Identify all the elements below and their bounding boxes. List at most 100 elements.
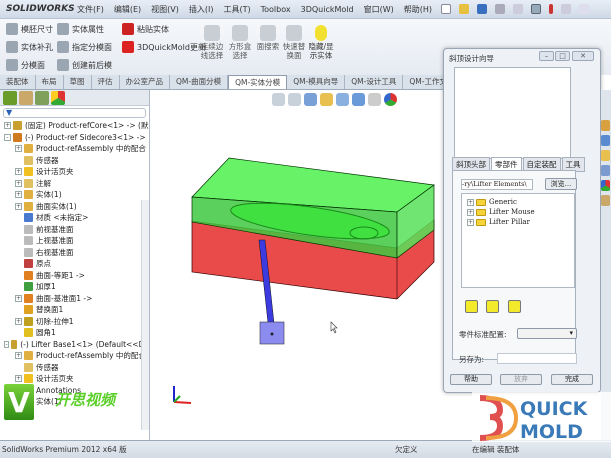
expand-icon[interactable]: + (15, 294, 22, 302)
tab-office[interactable]: 办公室产品 (120, 75, 170, 89)
menu-tools[interactable]: 工具(T) (218, 4, 255, 15)
display-style-icon[interactable] (352, 93, 365, 106)
property-manager-tab-icon[interactable] (19, 91, 33, 105)
tree-item[interactable]: 传感器 (0, 155, 149, 167)
expand-icon[interactable]: + (15, 145, 22, 153)
replace-face-button[interactable]: 快速替换面 (280, 25, 308, 60)
undo-icon[interactable] (513, 4, 523, 14)
minimize-button[interactable]: – (539, 51, 554, 61)
graphics-area[interactable] (151, 90, 444, 440)
expand-icon[interactable]: + (15, 191, 22, 199)
close-button[interactable]: ✕ (572, 51, 594, 61)
solidworks-logo[interactable]: SOLIDWORKS (0, 0, 75, 19)
create-core-cavity-button[interactable]: 创建前后模 (57, 59, 112, 71)
tree-item[interactable]: + Product-refAssembly 中的配合 (0, 143, 149, 155)
library-item-lifter-pillar[interactable]: + Lifter Pillar (467, 217, 569, 227)
view-palette-icon[interactable] (601, 165, 610, 176)
menu-edit[interactable]: 编辑(E) (109, 4, 146, 15)
zoom-area-icon[interactable] (288, 93, 301, 106)
library-item-generic[interactable]: + Generic (467, 197, 569, 207)
parting-surface-button[interactable]: 分模面 (6, 59, 45, 71)
menu-3dquickmold[interactable]: 3DQuickMold (296, 5, 359, 14)
tab-qm-design-tools[interactable]: QM-设计工具 (345, 75, 404, 89)
maximize-button[interactable]: □ (555, 51, 570, 61)
fill-holes-button[interactable]: 实体补孔 (6, 41, 53, 53)
expand-icon[interactable]: + (467, 198, 474, 206)
tree-item[interactable]: + 切除-拉伸1 (0, 316, 149, 328)
tree-item[interactable]: 传感器 (0, 362, 149, 374)
tree-item[interactable]: + Product-refAssembly 中的配合 (0, 350, 149, 362)
box-select-button[interactable]: 方形盒选择 (226, 25, 254, 60)
design-library-icon[interactable] (601, 135, 610, 146)
tree-item[interactable]: 加厚1 (0, 281, 149, 293)
browse-button[interactable]: 浏览... (545, 178, 577, 190)
zoom-to-fit-icon[interactable] (272, 93, 285, 106)
help-button[interactable]: 帮助 (450, 374, 492, 385)
collapse-icon[interactable]: - (4, 340, 10, 348)
menu-toolbox[interactable]: Toolbox (256, 5, 296, 14)
tree-item[interactable]: 上视基准面 (0, 235, 149, 247)
help-icon[interactable] (561, 4, 571, 14)
tree-item[interactable]: 右视基准面 (0, 247, 149, 259)
section-view-icon[interactable] (320, 93, 333, 106)
file-explorer-icon[interactable] (601, 150, 610, 161)
tab-sketch[interactable]: 草图 (64, 75, 92, 89)
display-manager-tab-icon[interactable] (51, 91, 65, 105)
tab-layout[interactable]: 布局 (36, 75, 64, 89)
finish-button[interactable]: 完成 (551, 374, 593, 385)
expand-icon[interactable]: + (4, 122, 11, 130)
view-orientation-icon[interactable] (336, 93, 349, 106)
resources-icon[interactable] (601, 120, 610, 131)
configuration-tab-icon[interactable] (35, 91, 49, 105)
expand-icon[interactable]: + (15, 179, 22, 187)
tree-item[interactable]: 材质 <未指定> (0, 212, 149, 224)
tree-item[interactable]: + (固定) Product-refCore<1> -> (默 (0, 120, 149, 132)
expand-icon[interactable]: + (15, 352, 22, 360)
rebuild-icon[interactable] (549, 4, 553, 14)
previous-view-icon[interactable] (304, 93, 317, 106)
tab-qm-surface[interactable]: QM-曲面分模 (170, 75, 229, 89)
base-component-icon[interactable] (508, 300, 521, 313)
menu-file[interactable]: 文件(F) (72, 4, 109, 15)
menu-view[interactable]: 视图(V) (146, 4, 184, 15)
appearances-icon[interactable] (601, 180, 610, 191)
menu-window[interactable]: 窗口(W) (359, 4, 399, 15)
assign-parting-face-button[interactable]: 指定分模面 (57, 41, 112, 53)
paste-body-button[interactable]: 粘贴实体 (122, 23, 169, 35)
tab-qm-mold-wizard[interactable]: QM-模具向导 (287, 75, 346, 89)
tree-item[interactable]: 圆角1 (0, 327, 149, 339)
menu-help[interactable]: 帮助(H) (399, 4, 437, 15)
select-icon[interactable] (531, 4, 541, 14)
tree-item[interactable]: + 曲面-基准面1 -> (0, 293, 149, 305)
open-icon[interactable] (459, 4, 469, 14)
tree-item[interactable]: 前视基准面 (0, 224, 149, 236)
window-controls-icon[interactable] (579, 4, 589, 14)
tab-evaluate[interactable]: 评估 (92, 75, 120, 89)
tree-item[interactable]: + 设计活页夹 (0, 166, 149, 178)
library-item-lifter-mouse[interactable]: + Lifter Mouse (467, 207, 569, 217)
expand-icon[interactable]: + (15, 317, 22, 325)
quickmold-update-button[interactable]: 3DQuickMold更新 (122, 41, 206, 53)
library-path-input[interactable]: -ry\Lifter Elements\ (461, 179, 533, 190)
tab-assembly[interactable]: 装配体 (0, 75, 36, 89)
expand-icon[interactable]: + (467, 218, 474, 226)
face-search-button[interactable]: 面搜索 (254, 25, 282, 51)
tree-filter[interactable]: ▼ (3, 108, 146, 118)
tree-item[interactable]: + 曲面实体(1) (0, 201, 149, 213)
feature-tree-tab-icon[interactable] (3, 91, 17, 105)
hide-show-items-icon[interactable] (368, 93, 381, 106)
tree-item[interactable]: 替换面1 (0, 304, 149, 316)
pillar-component-icon[interactable] (465, 300, 478, 313)
expand-icon[interactable]: + (15, 375, 22, 383)
tree-scrollbar[interactable] (141, 200, 149, 430)
head-component-icon[interactable] (486, 300, 499, 313)
save-icon[interactable] (477, 4, 487, 14)
cancel-button[interactable]: 放弃 (500, 374, 542, 385)
tree-item[interactable]: 原点 (0, 258, 149, 270)
hide-show-body-button[interactable]: 隐藏/显示实体 (307, 25, 335, 60)
body-properties-button[interactable]: 实体属性 (57, 23, 104, 35)
config-select[interactable]: ▾ (517, 328, 577, 339)
saveas-input[interactable] (497, 353, 577, 364)
expand-icon[interactable]: + (15, 202, 22, 210)
tab-qm-solid[interactable]: QM-实体分模 (228, 75, 288, 89)
